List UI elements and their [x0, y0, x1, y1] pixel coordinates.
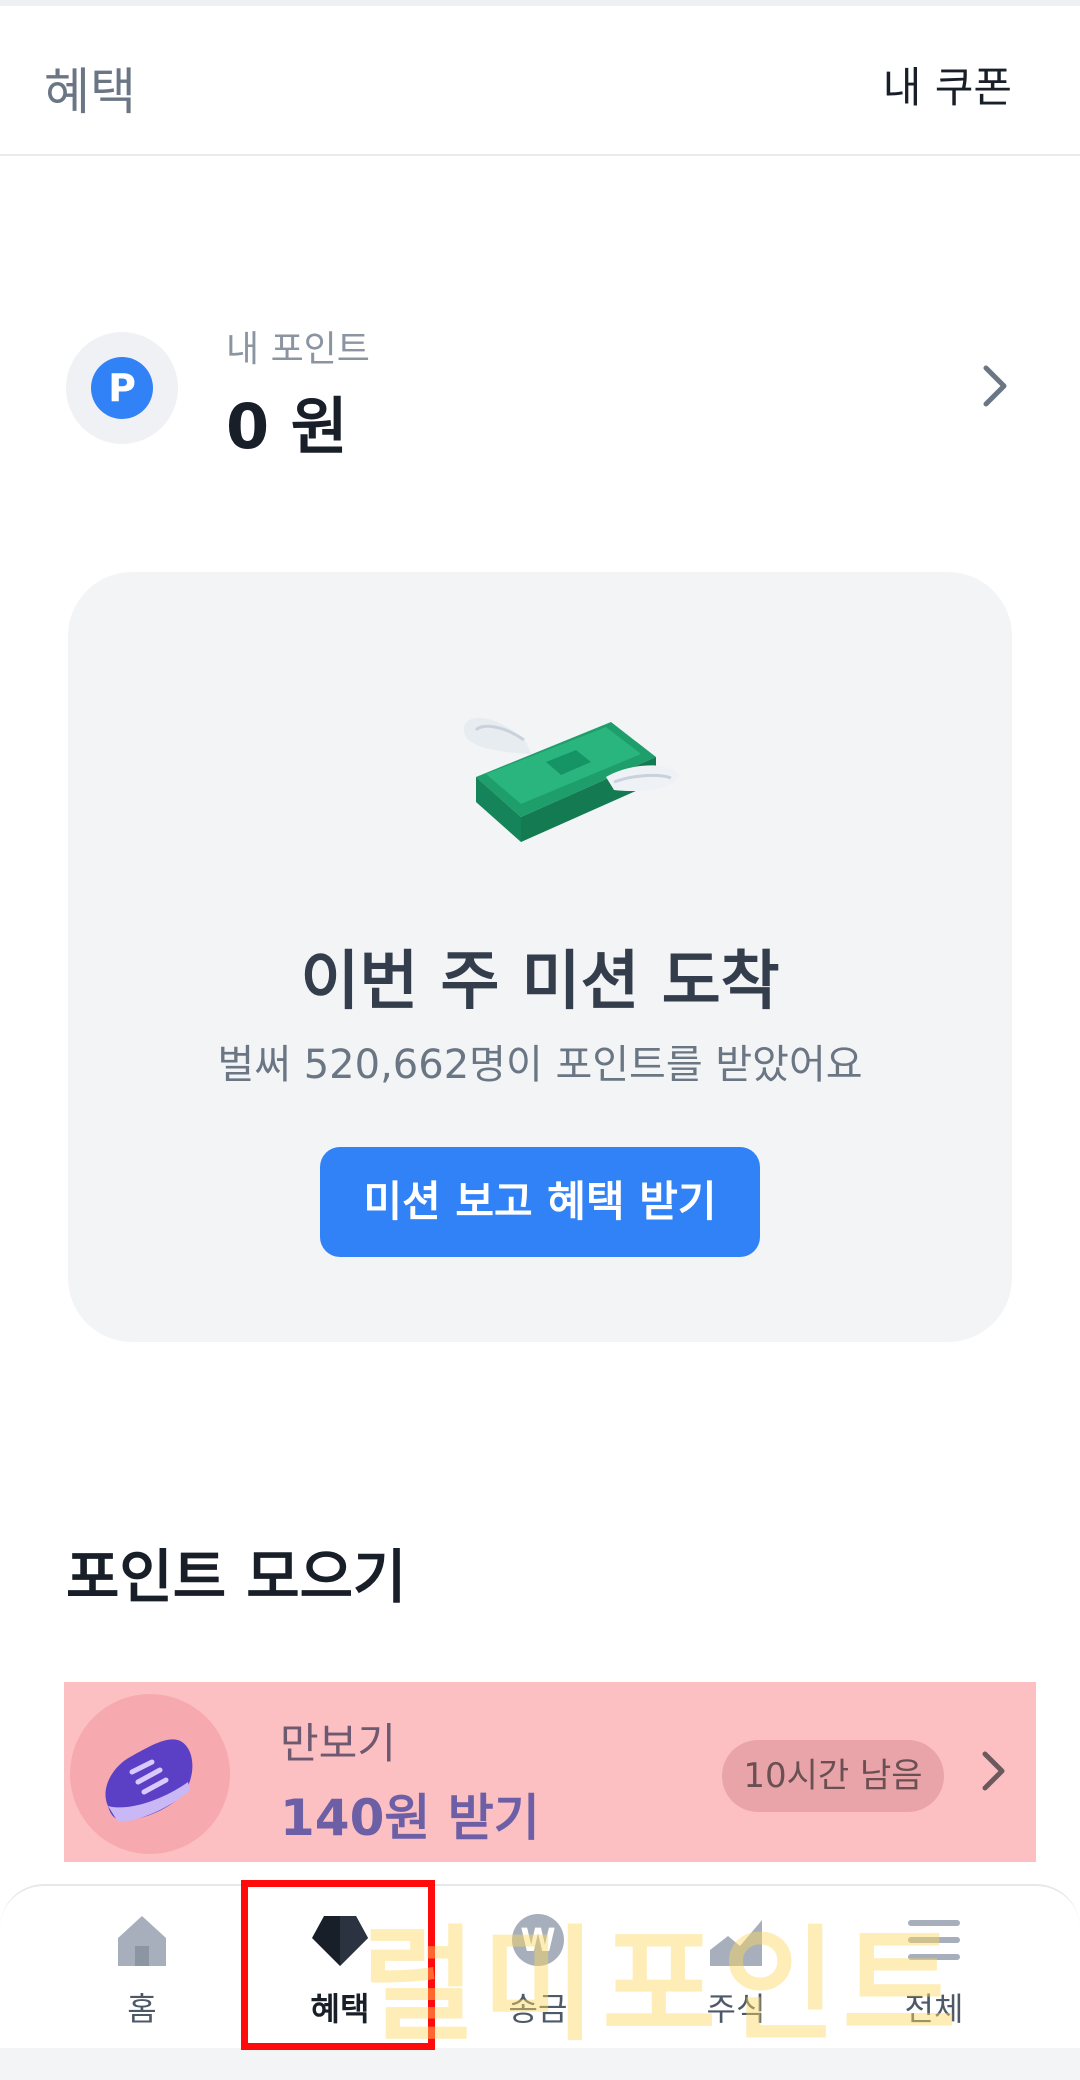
tab-stocks-label: 주식: [706, 1990, 766, 2028]
tab-stocks[interactable]: 주식: [646, 1886, 826, 2050]
tab-transfer[interactable]: W 송금: [448, 1886, 628, 2050]
flying-money-icon: [463, 718, 679, 842]
system-bottom-strip: [0, 2048, 1080, 2080]
top-app-bar: 혜택 내 쿠폰: [0, 6, 1080, 156]
selected-tab-highlight: [241, 1880, 435, 2050]
tab-transfer-label: 송금: [508, 1990, 568, 2028]
my-coupon-button[interactable]: 내 쿠폰: [883, 54, 1012, 115]
pedometer-row[interactable]: 만보기 140원 받기 10시간 남음: [64, 1682, 1036, 1862]
weekly-mission-card: 이번 주 미션 도착 벌써 520,662명이 포인트를 받았어요 미션 보고 …: [68, 572, 1012, 1342]
page-title: 혜택: [44, 63, 136, 121]
stock-chart-icon: [710, 1920, 762, 1966]
sneaker-icon: [105, 1739, 193, 1822]
chevron-right-icon: [983, 365, 1007, 407]
pedometer-icon-circle: [70, 1694, 230, 1854]
section-title-collect-points: 포인트 모으기: [66, 1543, 407, 1611]
view-mission-button[interactable]: 미션 보고 혜택 받기: [320, 1147, 760, 1257]
mission-subtitle: 벌써 520,662명이 포인트를 받았어요: [217, 1042, 863, 1088]
points-value: 0 원: [226, 390, 348, 463]
benefits-screen: 혜택 혜택 내 쿠폰 P 내 포인트 0 원 이번 주 미션 도착 벌써 520…: [0, 0, 1080, 2080]
menu-icon: [908, 1920, 960, 1960]
won-coin-icon: W: [512, 1914, 564, 1966]
my-points-row[interactable]: P 내 포인트 0 원: [66, 320, 1026, 463]
pedometer-label: 만보기: [280, 1719, 396, 1768]
home-icon: [118, 1916, 166, 1966]
tab-home[interactable]: 홈: [52, 1886, 232, 2050]
chevron-right-icon: [982, 1751, 1005, 1791]
points-icon-circle: P: [66, 332, 178, 444]
time-left-badge: 10시간 남음: [722, 1740, 944, 1812]
svg-text:W: W: [520, 1921, 555, 1959]
point-p-icon: P: [91, 357, 153, 419]
tab-all[interactable]: 전체: [844, 1886, 1024, 2050]
points-label: 내 포인트: [226, 329, 370, 370]
tab-home-label: 홈: [127, 1990, 157, 2028]
mission-title: 이번 주 미션 도착: [300, 945, 780, 1019]
bottom-tab-bar: 홈 혜택 W 송금 주식 전체: [0, 1884, 1080, 2048]
pedometer-reward: 140원 받기: [280, 1789, 540, 1847]
tab-all-label: 전체: [904, 1990, 964, 2028]
